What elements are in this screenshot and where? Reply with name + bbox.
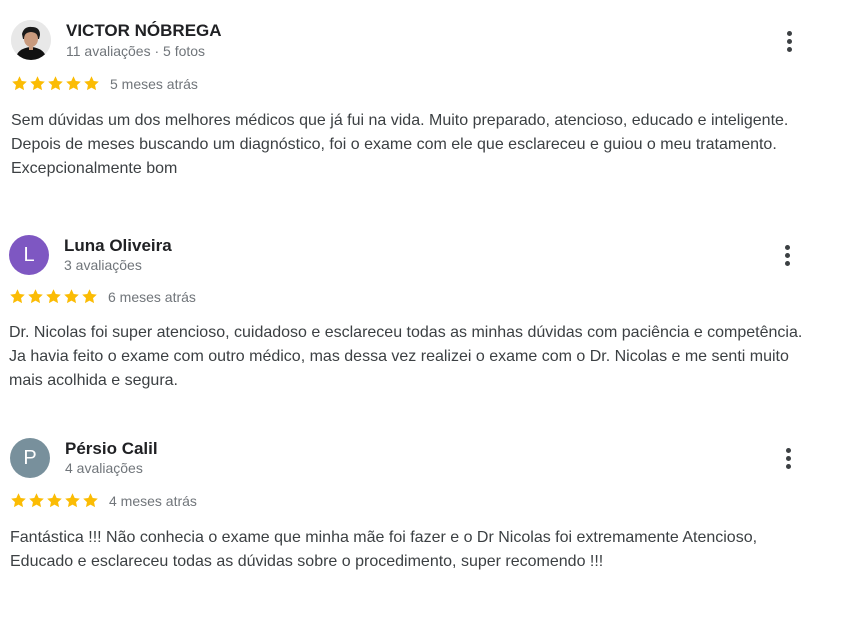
- review-card: P Pérsio Calil 4 avaliações 4 meses atrá…: [0, 0, 846, 600]
- review-date: 4 meses atrás: [109, 492, 197, 509]
- review-text: Fantástica !!! Não conhecia o exame que …: [10, 529, 758, 570]
- reviewer-name[interactable]: Pérsio Calil: [65, 439, 158, 459]
- star-icon: [65, 493, 80, 508]
- more-options-button[interactable]: [776, 443, 800, 473]
- star-rating: [10, 492, 99, 509]
- more-vert-icon: [785, 447, 791, 453]
- reviewer-stats: 4 avaliações: [65, 460, 143, 476]
- star-icon: [83, 493, 98, 508]
- star-icon: [47, 493, 62, 508]
- rating-row: 4 meses atrás: [10, 492, 197, 509]
- star-icon: [29, 493, 44, 508]
- star-icon: [11, 493, 26, 508]
- avatar-letter: P: [23, 446, 37, 469]
- avatar[interactable]: P: [10, 438, 50, 478]
